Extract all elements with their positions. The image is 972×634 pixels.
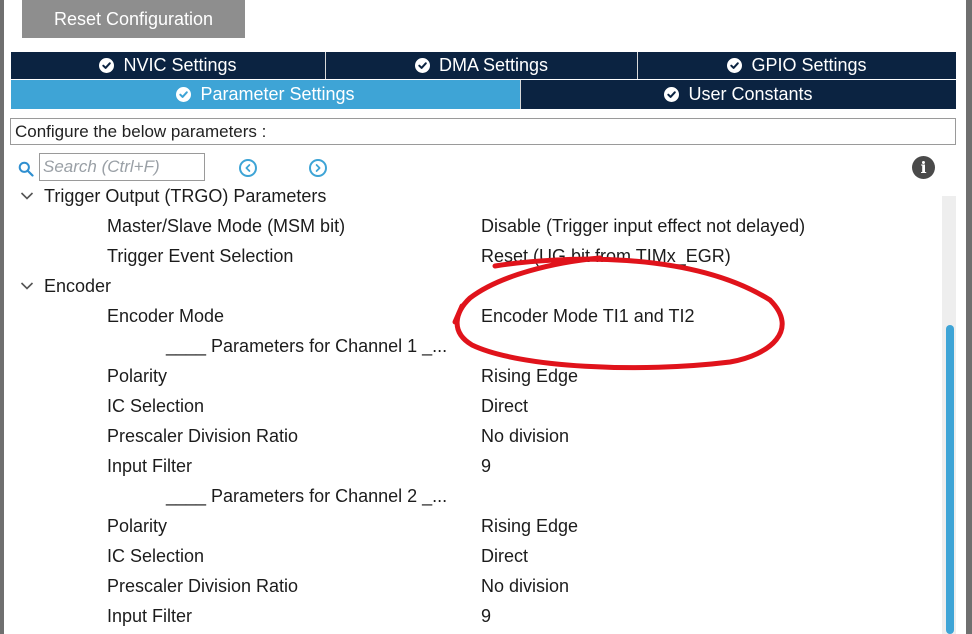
chevron-down-icon[interactable]	[20, 190, 34, 202]
param-row-ch2-polarity[interactable]: Polarity Rising Edge	[4, 511, 934, 541]
tab-label: DMA Settings	[438, 55, 549, 75]
configuration-panel: Reset Configuration NVIC Settings DMA Se…	[4, 0, 966, 634]
param-row-ch1-prescaler[interactable]: Prescaler Division Ratio No division	[4, 421, 934, 451]
param-name: IC Selection	[107, 546, 205, 566]
param-name: Master/Slave Mode (MSM bit)	[107, 216, 346, 236]
tab-dma-settings[interactable]: DMA Settings	[326, 52, 638, 79]
tab-user-constants[interactable]: User Constants	[521, 80, 956, 109]
tab-label: GPIO Settings	[751, 55, 867, 75]
param-value[interactable]: 9	[481, 451, 491, 481]
reset-configuration-button[interactable]: Reset Configuration	[22, 0, 245, 38]
scrollbar-track[interactable]	[942, 196, 956, 634]
param-row-encoder-mode[interactable]: Encoder Mode Encoder Mode TI1 and TI2	[4, 301, 934, 331]
param-name: Input Filter	[107, 606, 193, 626]
tab-label: Parameter Settings	[200, 84, 355, 104]
previous-result-icon[interactable]	[239, 159, 257, 177]
channel-1-header: ____ Parameters for Channel 1 _...	[166, 336, 448, 356]
tab-parameter-settings[interactable]: Parameter Settings	[11, 80, 521, 109]
tab-row-2: Parameter Settings User Constants	[11, 80, 956, 109]
param-row-ch2-input-filter[interactable]: Input Filter 9	[4, 601, 934, 631]
parameter-tree: Trigger Output (TRGO) Parameters Master/…	[4, 181, 934, 634]
configure-parameters-label: Configure the below parameters :	[10, 118, 956, 145]
chevron-down-icon[interactable]	[20, 280, 34, 292]
param-name: Prescaler Division Ratio	[107, 426, 299, 446]
param-value[interactable]: Reset (UG bit from TIMx_EGR)	[481, 241, 731, 271]
tab-label: User Constants	[688, 84, 813, 104]
search-icon[interactable]	[18, 161, 34, 177]
tab-row-1: NVIC Settings DMA Settings GPIO Settings	[11, 52, 956, 79]
param-value[interactable]: Direct	[481, 541, 528, 571]
param-value[interactable]: Direct	[481, 391, 528, 421]
param-name: IC Selection	[107, 396, 205, 416]
param-value[interactable]: No division	[481, 571, 569, 601]
param-row-ch1-input-filter[interactable]: Input Filter 9	[4, 451, 934, 481]
scrollbar-thumb[interactable]	[946, 325, 954, 634]
check-circle-icon	[664, 87, 680, 102]
param-value[interactable]: 9	[481, 601, 491, 631]
search-input[interactable]	[39, 153, 205, 181]
info-icon[interactable]: i	[912, 156, 935, 179]
param-row-ch2-prescaler[interactable]: Prescaler Division Ratio No division	[4, 571, 934, 601]
tab-nvic-settings[interactable]: NVIC Settings	[11, 52, 326, 79]
param-name: Trigger Event Selection	[107, 246, 294, 266]
separator-row-channel-2: ____ Parameters for Channel 2 _...	[4, 481, 934, 511]
param-value[interactable]: Rising Edge	[481, 511, 578, 541]
check-circle-icon	[99, 58, 115, 73]
group-label: Encoder	[44, 276, 112, 296]
check-circle-icon	[727, 58, 743, 73]
group-row-encoder[interactable]: Encoder	[4, 271, 934, 301]
tab-gpio-settings[interactable]: GPIO Settings	[638, 52, 956, 79]
check-circle-icon	[414, 58, 430, 73]
param-row-msm[interactable]: Master/Slave Mode (MSM bit) Disable (Tri…	[4, 211, 934, 241]
param-row-ch1-ic-selection[interactable]: IC Selection Direct	[4, 391, 934, 421]
group-row-trgo[interactable]: Trigger Output (TRGO) Parameters	[4, 181, 934, 211]
param-name: Input Filter	[107, 456, 193, 476]
window-right-border	[966, 0, 972, 634]
channel-2-header: ____ Parameters for Channel 2 _...	[166, 486, 448, 506]
param-name: Polarity	[107, 516, 168, 536]
param-name: Polarity	[107, 366, 168, 386]
param-name: Prescaler Division Ratio	[107, 576, 299, 596]
param-row-ch1-polarity[interactable]: Polarity Rising Edge	[4, 361, 934, 391]
param-value[interactable]: No division	[481, 421, 569, 451]
param-name: Encoder Mode	[107, 306, 225, 326]
group-label: Trigger Output (TRGO) Parameters	[44, 186, 327, 206]
separator-row-channel-1: ____ Parameters for Channel 1 _...	[4, 331, 934, 361]
param-row-trigger-event[interactable]: Trigger Event Selection Reset (UG bit fr…	[4, 241, 934, 271]
check-circle-icon	[176, 87, 192, 102]
param-row-ch2-ic-selection[interactable]: IC Selection Direct	[4, 541, 934, 571]
param-value[interactable]: Rising Edge	[481, 361, 578, 391]
next-result-icon[interactable]	[309, 159, 327, 177]
param-value[interactable]: Encoder Mode TI1 and TI2	[481, 301, 694, 331]
tab-label: NVIC Settings	[123, 55, 237, 75]
search-bar: i	[18, 152, 958, 184]
param-value[interactable]: Disable (Trigger input effect not delaye…	[481, 211, 805, 241]
